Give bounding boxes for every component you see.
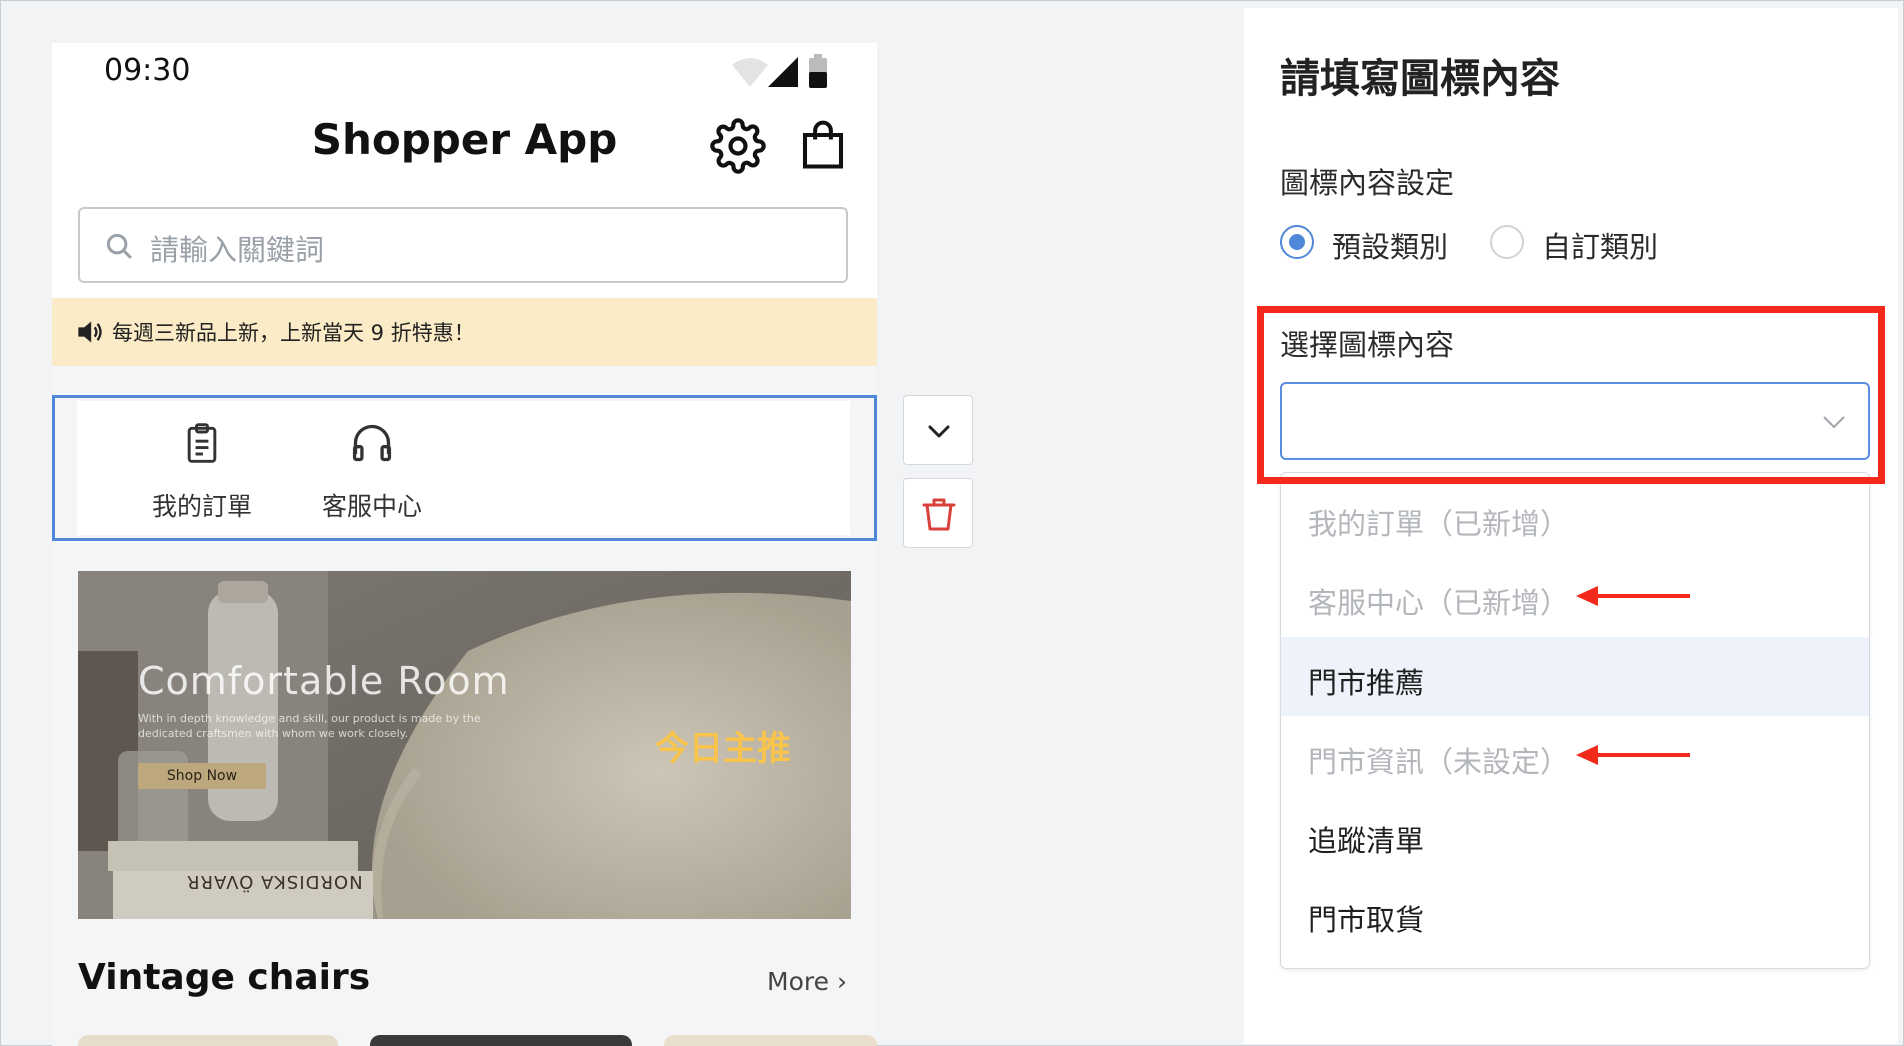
promo-banner[interactable]: Comfortable Room With in depth knowledge… xyxy=(78,571,851,919)
delete-button[interactable] xyxy=(903,478,973,548)
icon-item-label: 客服中心 xyxy=(321,492,422,521)
arrow-left-icon xyxy=(1576,586,1690,606)
icon-item-my-orders[interactable]: 我的訂單 xyxy=(117,401,287,535)
radio-default-category[interactable]: 預設類別 xyxy=(1280,223,1470,264)
dropdown-option-label: 門市資訊（未設定） xyxy=(1308,745,1570,779)
product-thumbnail[interactable] xyxy=(664,1035,877,1046)
dropdown-option[interactable]: 追蹤清單 xyxy=(1281,795,1869,874)
trash-icon xyxy=(922,498,956,531)
search-placeholder: 請輸入關鍵詞 xyxy=(150,233,325,267)
dropdown-option[interactable]: 門市推薦 xyxy=(1281,637,1869,716)
dropdown-option-label: 追蹤清單 xyxy=(1308,824,1425,858)
wifi-icon xyxy=(732,58,768,87)
settings-panel: 請填寫圖標內容 圖標內容設定 預設類別 自訂類別 選擇圖標內容 我的訂單（已新增… xyxy=(1244,8,1898,1044)
dropdown-option-label: 門市推薦 xyxy=(1308,666,1425,700)
chevron-down-icon xyxy=(1823,416,1845,429)
announcement-bar: 每週三新品上新，上新當天 9 折特惠！ xyxy=(52,298,877,366)
expand-button[interactable] xyxy=(903,395,973,465)
content-setting-label: 圖標內容設定 xyxy=(1280,166,1455,200)
banner-badge: 今日主推 xyxy=(655,729,791,769)
chevron-down-icon xyxy=(928,425,950,438)
shopping-bag-icon[interactable] xyxy=(796,116,850,172)
more-label: More xyxy=(767,967,829,996)
dropdown-option[interactable]: 門市取貨 xyxy=(1281,874,1869,953)
dropdown-option-label: 門市取貨 xyxy=(1308,903,1425,937)
more-link[interactable]: More › xyxy=(767,967,847,996)
icon-content-select[interactable] xyxy=(1280,382,1870,460)
status-icons xyxy=(732,54,827,88)
arrow-left-icon xyxy=(1576,745,1690,765)
icon-item-label: 我的訂單 xyxy=(151,492,252,521)
product-thumbnail[interactable] xyxy=(370,1035,632,1046)
dropdown-option-label: 客服中心（已新增） xyxy=(1308,586,1570,620)
icon-item-customer-service[interactable]: 客服中心 xyxy=(287,401,457,535)
banner-subtitle: With in depth knowledge and skill, our p… xyxy=(138,712,481,740)
settings-gear-icon[interactable] xyxy=(710,118,766,174)
select-dropdown-menu: 我的訂單（已新增） 客服中心（已新增） 門市推薦 門市資訊（未設定） 追蹤清單 … xyxy=(1280,472,1870,969)
icon-block-selected[interactable]: 我的訂單 客服中心 xyxy=(52,395,877,541)
signal-icon xyxy=(768,57,798,87)
select-label: 選擇圖標內容 xyxy=(1280,328,1455,362)
radio-label: 預設類別 xyxy=(1332,230,1449,264)
phone-preview: 09:30 Shopper App 請輸入關鍵詞 每週三新品上新，上新當天 9 … xyxy=(52,43,877,1046)
speaker-icon xyxy=(78,321,102,343)
radio-unselected-icon xyxy=(1490,225,1524,259)
product-thumbnail[interactable] xyxy=(78,1035,338,1046)
chevron-right-icon: › xyxy=(836,967,847,996)
announcement-text: 每週三新品上新，上新當天 9 折特惠！ xyxy=(112,321,475,345)
clipboard-icon xyxy=(187,423,217,463)
search-input[interactable]: 請輸入關鍵詞 xyxy=(78,207,848,283)
radio-custom-category[interactable]: 自訂類別 xyxy=(1490,223,1680,264)
banner-book-text: NORDISKA ÖVARR xyxy=(186,871,363,892)
phone-header: 09:30 Shopper App 請輸入關鍵詞 xyxy=(52,43,877,298)
icon-block-content: 我的訂單 客服中心 xyxy=(77,401,850,535)
banner-title: Comfortable Room xyxy=(138,659,510,703)
panel-title: 請填寫圖標內容 xyxy=(1280,56,1560,102)
status-time: 09:30 xyxy=(104,53,191,88)
radio-selected-icon xyxy=(1280,225,1314,259)
radio-label: 自訂類別 xyxy=(1542,230,1659,264)
dropdown-option: 我的訂單（已新增） xyxy=(1281,478,1869,557)
section-title: Vintage chairs xyxy=(78,957,371,998)
headphones-icon xyxy=(352,424,392,462)
dropdown-option-label: 我的訂單（已新增） xyxy=(1308,507,1570,541)
search-icon xyxy=(106,233,132,259)
shop-now-button[interactable]: Shop Now xyxy=(138,763,266,789)
